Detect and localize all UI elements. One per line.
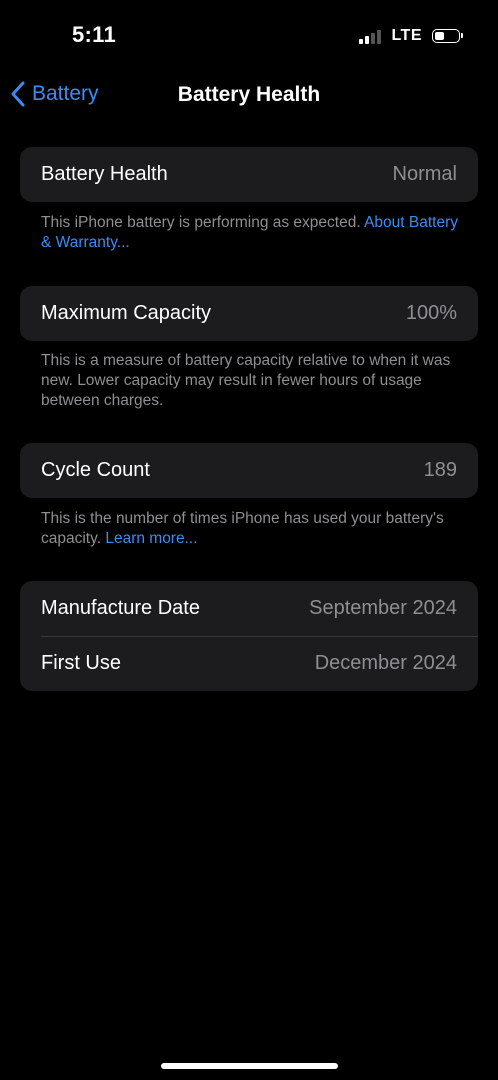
page-title: Battery Health — [177, 83, 321, 106]
dates-group: Manufacture Date September 2024 First Us… — [20, 581, 478, 691]
status-time: 5:11 — [72, 22, 117, 47]
cycle-count-row: Cycle Count 189 — [20, 443, 478, 498]
cycle-count-group: Cycle Count 189 — [20, 443, 478, 498]
cycle-count-value: 189 — [423, 459, 457, 481]
battery-health-footnote-text: This iPhone battery is performing as exp… — [41, 214, 365, 231]
battery-health-label: Battery Health — [41, 163, 168, 185]
first-use-row: First Use December 2024 — [20, 636, 478, 691]
maximum-capacity-group: Maximum Capacity 100% — [20, 286, 478, 341]
manufacture-date-label: Manufacture Date — [41, 597, 200, 619]
battery-icon — [432, 29, 463, 43]
signal-bars-icon — [359, 28, 382, 44]
maximum-capacity-value: 100% — [405, 302, 457, 324]
manufacture-date-value: September 2024 — [309, 597, 457, 619]
network-type: LTE — [391, 27, 422, 44]
home-indicator[interactable] — [161, 1063, 338, 1069]
status-indicators: LTE — [359, 27, 463, 45]
cycle-count-footnote-text: This is the number of times iPhone has u… — [41, 510, 444, 547]
manufacture-date-row: Manufacture Date September 2024 — [20, 581, 478, 636]
battery-health-group: Battery Health Normal — [20, 147, 478, 202]
maximum-capacity-footnote: This is a measure of battery capacity re… — [41, 352, 451, 409]
battery-health-value: Normal — [392, 163, 457, 185]
navigation-bar: Battery Battery Health — [0, 72, 498, 120]
cycle-count-footnote: This is the number of times iPhone has u… — [41, 509, 461, 549]
battery-health-row: Battery Health Normal — [20, 147, 478, 202]
cycle-count-label: Cycle Count — [41, 459, 150, 481]
first-use-value: December 2024 — [314, 652, 457, 674]
status-bar: 5:11 LTE — [0, 0, 498, 72]
maximum-capacity-label: Maximum Capacity — [41, 302, 212, 324]
maximum-capacity-row: Maximum Capacity 100% — [20, 286, 478, 341]
battery-health-footnote: This iPhone battery is performing as exp… — [41, 213, 461, 253]
learn-more-link[interactable]: Learn more... — [105, 530, 197, 547]
first-use-label: First Use — [41, 652, 121, 674]
